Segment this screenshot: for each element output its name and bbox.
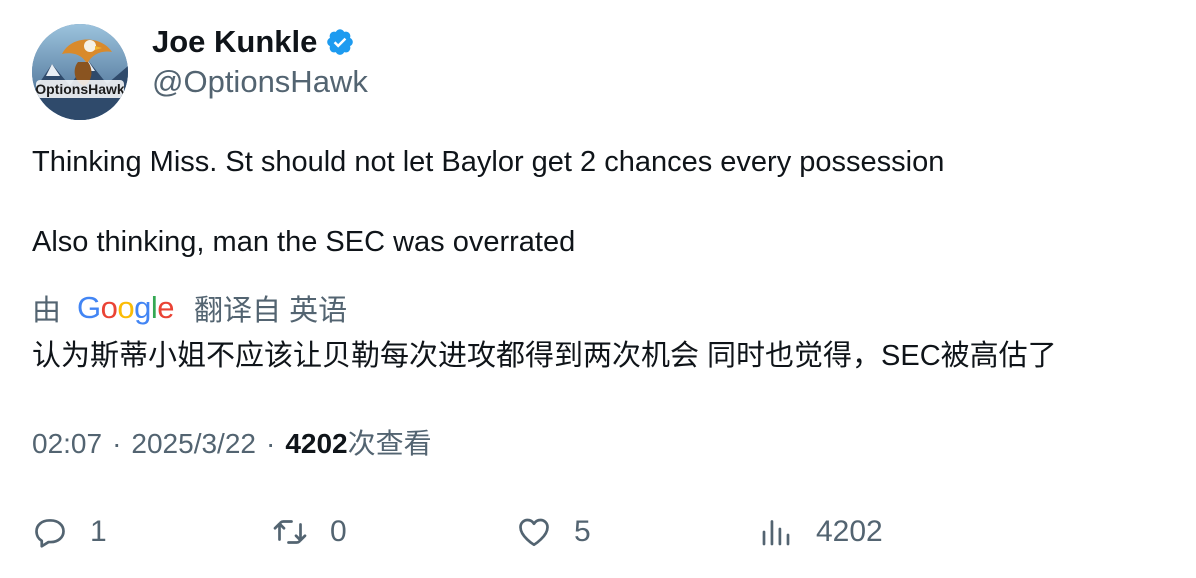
tweet-meta: 02:07 · 2025/3/22 · 4202 次查看 bbox=[32, 424, 432, 464]
author-handle[interactable]: @OptionsHawk bbox=[152, 62, 368, 102]
analytics-icon bbox=[762, 520, 790, 546]
google-logo: Google bbox=[77, 290, 175, 326]
tweet-text-line-2: Also thinking, man the SEC was overrated bbox=[32, 226, 576, 258]
google-logo-letter: e bbox=[157, 290, 175, 325]
translated-text: 认为斯蒂小姐不应该让贝勒每次进攻都得到两次机会 同时也觉得，SEC被高估了 bbox=[32, 340, 1057, 372]
retweet-icon bbox=[273, 520, 307, 544]
google-logo-letter: o bbox=[117, 290, 135, 325]
meta-separator: · bbox=[112, 428, 122, 459]
view-count: 4202 bbox=[285, 428, 348, 459]
verified-badge-icon bbox=[327, 29, 354, 55]
meta-separator: · bbox=[265, 428, 276, 459]
google-logo-letter: g bbox=[134, 290, 151, 325]
like-count: 5 bbox=[574, 515, 591, 548]
view-count-label: 次查看 bbox=[347, 428, 432, 459]
tweet-time[interactable]: 02:07 bbox=[32, 424, 102, 464]
retweet-button[interactable]: 0 bbox=[272, 512, 347, 552]
like-button[interactable]: 5 bbox=[516, 512, 591, 552]
tweet-date[interactable]: 2025/3/22 bbox=[131, 424, 256, 464]
google-logo-letter: o bbox=[100, 290, 118, 325]
translation-by-label: 由 bbox=[32, 295, 62, 327]
google-logo-letter: G bbox=[77, 290, 101, 325]
reply-icon bbox=[35, 519, 65, 548]
hawk-logo-image: OptionsHawk bbox=[32, 24, 128, 120]
author-name-row[interactable]: Joe Kunkle bbox=[152, 22, 355, 62]
tweet-text-line-1: Thinking Miss. St should not let Baylor … bbox=[32, 146, 945, 178]
reply-count: 1 bbox=[90, 515, 107, 548]
retweet-count: 0 bbox=[330, 515, 347, 548]
avatar-logo-text: OptionsHawk bbox=[35, 81, 125, 97]
heart-icon bbox=[519, 518, 549, 547]
translated-from-link[interactable]: 翻译自 英语 bbox=[194, 287, 347, 329]
translation-attribution: 由 Google 翻译自 英语 bbox=[32, 288, 347, 328]
views-count: 4202 bbox=[816, 515, 883, 548]
reply-button[interactable]: 1 bbox=[32, 512, 107, 552]
avatar[interactable]: OptionsHawk bbox=[32, 24, 128, 120]
author-name[interactable]: Joe Kunkle bbox=[152, 22, 317, 62]
views-button[interactable]: 4202 bbox=[758, 512, 883, 552]
